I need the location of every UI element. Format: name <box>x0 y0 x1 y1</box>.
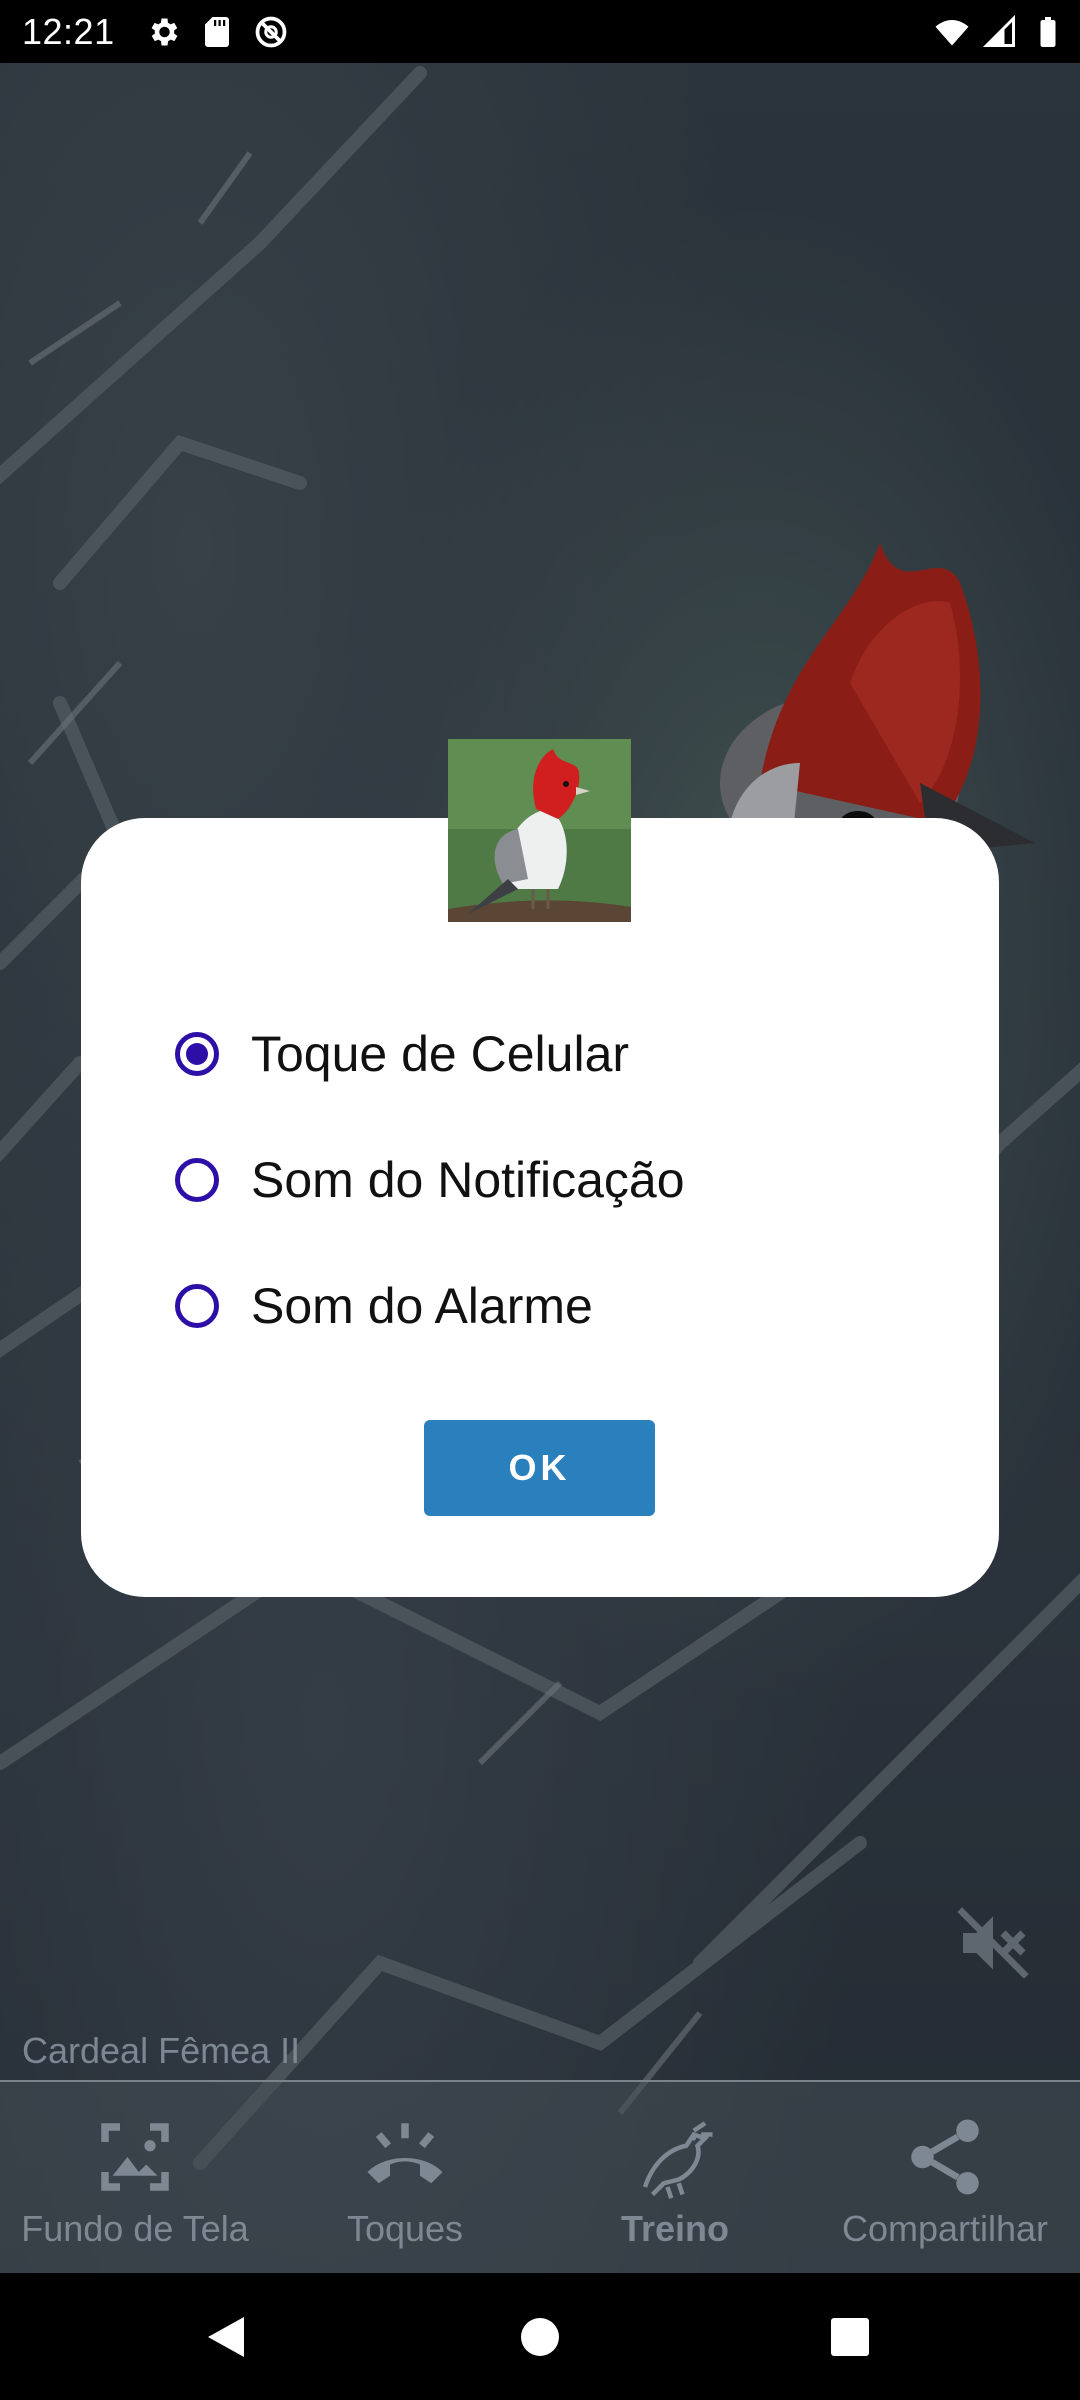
data-saver-icon <box>253 14 289 50</box>
gear-icon <box>145 14 181 50</box>
radio-alarm[interactable] <box>175 1284 219 1328</box>
share-icon <box>900 2112 990 2202</box>
option-label: Som do Alarme <box>251 1278 593 1334</box>
radio-ringtone[interactable] <box>175 1032 219 1076</box>
ok-button[interactable]: OK <box>424 1420 655 1516</box>
system-nav-bar <box>0 2273 1080 2400</box>
sd-card-icon <box>199 14 235 50</box>
nav-item-share[interactable]: Compartilhar <box>810 2082 1080 2273</box>
home-button[interactable] <box>480 2273 600 2400</box>
nav-label: Treino <box>620 2208 730 2249</box>
nav-label: Fundo de Tela <box>21 2208 249 2249</box>
signal-icon <box>982 14 1018 50</box>
option-alarm[interactable]: Som do Alarme <box>175 1277 593 1335</box>
option-label: Som do Notificação <box>251 1152 685 1208</box>
radio-notification[interactable] <box>175 1158 219 1202</box>
battery-icon <box>1030 14 1066 50</box>
sound-title: Cardeal Fêmea II <box>22 2030 301 2071</box>
status-bar: 12:21 <box>0 0 1080 63</box>
nav-label: Toques <box>346 2208 464 2249</box>
nav-item-ringtones[interactable]: Toques <box>270 2082 540 2273</box>
option-notification[interactable]: Som do Notificação <box>175 1151 685 1209</box>
recents-icon <box>831 2317 869 2356</box>
option-ringtone[interactable]: Toque de Celular <box>175 1025 629 1083</box>
mute-icon[interactable] <box>953 1903 1033 1983</box>
nav-item-wallpaper[interactable]: Fundo de Tela <box>0 2082 270 2273</box>
nav-item-training[interactable]: Treino <box>540 2082 810 2273</box>
nav-label: Compartilhar <box>841 2208 1049 2249</box>
back-button[interactable] <box>166 2273 286 2400</box>
home-icon <box>521 2317 559 2356</box>
option-label: Toque de Celular <box>251 1026 630 1082</box>
bottom-navigation: Fundo de Tela Toques Treino Compartilhar <box>0 2082 1080 2273</box>
ringtone-icon <box>360 2112 450 2202</box>
wallpaper-icon <box>90 2112 180 2202</box>
bird-icon <box>630 2112 720 2202</box>
bird-thumbnail <box>448 739 631 922</box>
recents-button[interactable] <box>790 2273 910 2400</box>
back-icon <box>208 2316 244 2357</box>
status-time: 12:21 <box>22 10 115 52</box>
wifi-icon <box>934 14 970 50</box>
